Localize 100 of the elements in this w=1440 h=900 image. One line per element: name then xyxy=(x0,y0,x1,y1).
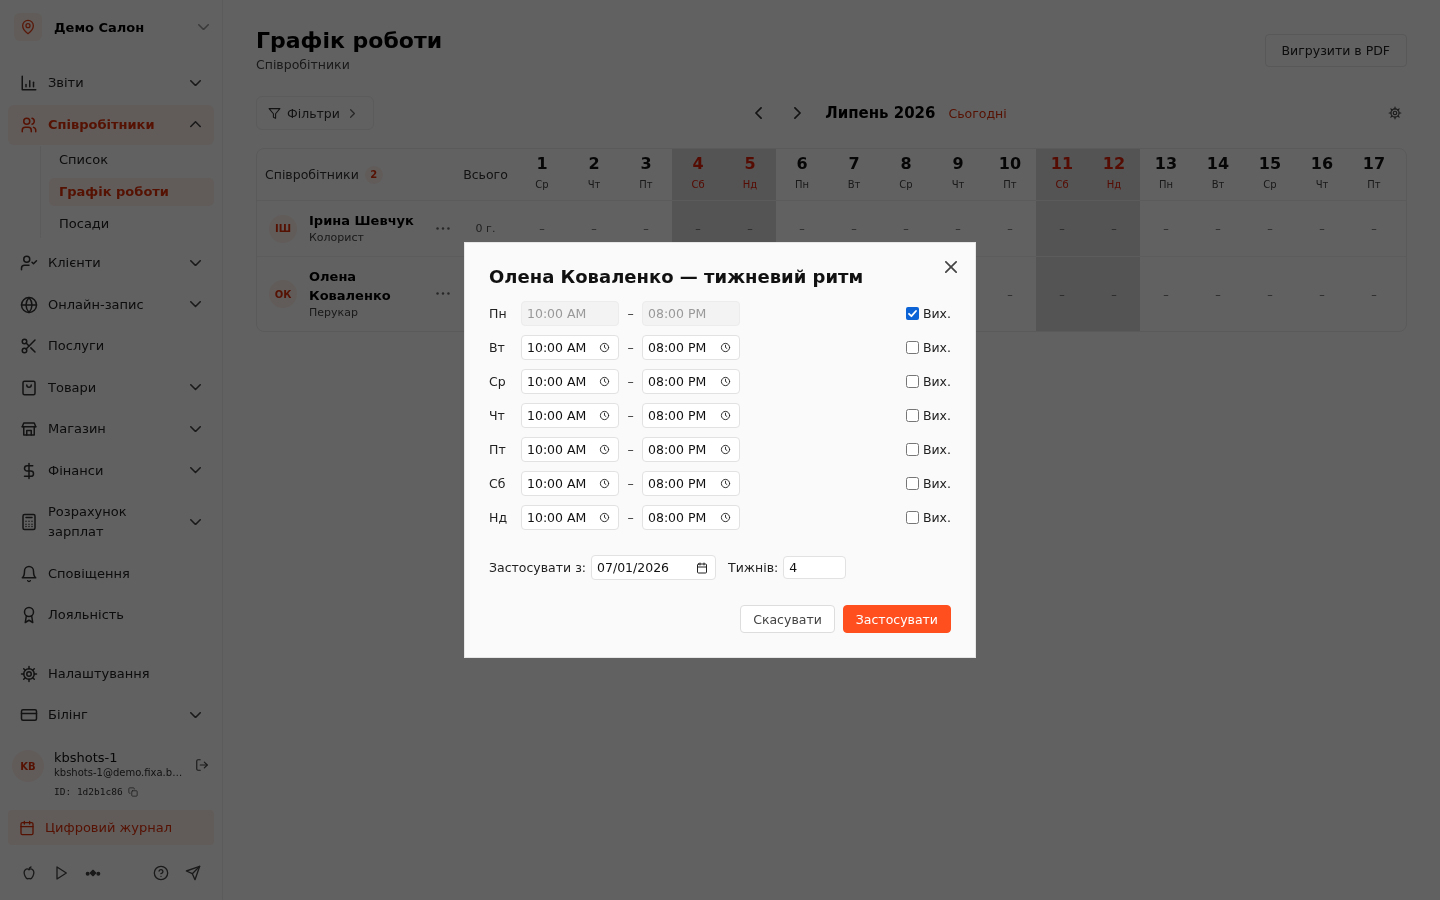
sidebar-item[interactable]: Налаштування xyxy=(8,653,214,694)
time-field[interactable]: 08:00 PM xyxy=(642,403,740,428)
chevron-up-icon[interactable] xyxy=(190,121,201,128)
shopping-bag-icon xyxy=(20,378,38,397)
day-off-checkbox[interactable] xyxy=(905,341,919,354)
chevron-down-icon[interactable] xyxy=(198,23,209,31)
shift-value: – xyxy=(1163,222,1169,235)
employee-name[interactable]: Ірина Шевчук xyxy=(309,211,424,230)
bell-icon xyxy=(20,564,38,583)
day-off-checkbox[interactable] xyxy=(905,409,919,422)
apple-icon[interactable] xyxy=(21,865,37,881)
time-field[interactable]: 08:00 PM xyxy=(642,437,740,462)
time-field[interactable]: 08:00 PM xyxy=(642,369,740,394)
weeks-label: Тижнів: xyxy=(728,560,779,575)
time-field[interactable]: 08:00 PM xyxy=(642,505,740,530)
submenu-item[interactable]: Список xyxy=(49,146,214,174)
calculator-icon xyxy=(20,513,38,531)
send-icon[interactable] xyxy=(185,865,201,881)
weekday-label: Сб xyxy=(1055,178,1069,191)
salon-name[interactable]: Демо Салон xyxy=(54,19,186,35)
sidebar-item[interactable]: Звіти xyxy=(8,63,214,103)
weeks-field[interactable]: 4 xyxy=(783,556,847,579)
today-link[interactable]: Сьогодні xyxy=(948,105,1007,121)
clock-icon[interactable] xyxy=(720,478,731,489)
weekday-label: Ср xyxy=(899,178,913,191)
export-pdf-button[interactable]: Вигрузити в PDF xyxy=(1264,34,1407,67)
time-field[interactable]: 10:00 AM xyxy=(521,301,619,326)
month-label: Липень 2026 xyxy=(825,104,936,122)
column-heading: Всього xyxy=(463,167,508,182)
cancel-button[interactable]: Скасувати xyxy=(740,605,835,633)
filters-button[interactable]: Фільтри xyxy=(256,96,374,130)
clock-icon[interactable] xyxy=(599,376,610,387)
time-field[interactable]: 10:00 AM xyxy=(521,369,619,394)
clock-icon[interactable] xyxy=(599,342,610,353)
time-field[interactable]: 08:00 PM xyxy=(642,301,740,326)
chevron-down-icon[interactable] xyxy=(190,259,201,267)
sidebar-item[interactable]: Розрахунок зарплат xyxy=(8,492,214,552)
clock-icon[interactable] xyxy=(599,410,610,421)
more-icon[interactable] xyxy=(436,292,450,296)
apply-button[interactable]: Застосувати xyxy=(842,605,951,633)
clock-icon[interactable] xyxy=(599,512,610,523)
time-field[interactable]: 10:00 AM xyxy=(521,437,619,462)
shift-value: – xyxy=(591,222,597,235)
chevron-down-icon[interactable] xyxy=(190,425,201,433)
chevron-down-icon[interactable] xyxy=(190,518,201,526)
clock-icon[interactable] xyxy=(720,410,731,421)
shift-value: – xyxy=(1059,287,1065,301)
copy-icon[interactable] xyxy=(127,787,138,797)
clock-icon[interactable] xyxy=(720,444,731,455)
chevron-down-icon[interactable] xyxy=(190,467,201,474)
sidebar-item[interactable]: Сповіщення xyxy=(8,553,214,594)
logout-icon[interactable] xyxy=(195,758,209,772)
help-icon[interactable] xyxy=(153,865,169,881)
clock-icon[interactable] xyxy=(720,342,731,353)
calendar-icon[interactable] xyxy=(696,561,708,574)
clock-icon[interactable] xyxy=(599,444,610,455)
chevron-right-icon[interactable] xyxy=(794,107,802,119)
digital-journal-button[interactable]: Цифровий журнал xyxy=(8,810,214,845)
day-number: 11 xyxy=(1050,154,1074,174)
day-off-checkbox[interactable] xyxy=(905,511,919,524)
sidebar-item[interactable]: Білінг xyxy=(8,695,214,735)
sidebar-item[interactable]: Товари xyxy=(8,367,214,408)
sidebar-item[interactable]: Клієнти xyxy=(8,243,214,283)
shift-value: – xyxy=(1319,287,1325,301)
chevron-down-icon[interactable] xyxy=(190,301,201,308)
time-field[interactable]: 10:00 AM xyxy=(521,505,619,530)
sidebar-item[interactable]: Послуги xyxy=(8,326,214,366)
sidebar-item[interactable]: Магазин xyxy=(8,409,214,449)
date-field[interactable]: 07/01/2026 xyxy=(591,555,716,580)
employee-name[interactable]: Олена Коваленко xyxy=(309,267,424,305)
day-off-checkbox[interactable] xyxy=(905,443,919,456)
time-field[interactable]: 10:00 AM xyxy=(521,403,619,428)
day-off-checkbox[interactable] xyxy=(905,307,919,320)
time-field[interactable]: 10:00 AM xyxy=(521,335,619,360)
time-field[interactable]: 10:00 AM xyxy=(521,471,619,496)
close-icon[interactable] xyxy=(945,261,957,273)
clock-icon[interactable] xyxy=(720,512,731,523)
submenu-item[interactable]: Графік роботи xyxy=(49,178,214,206)
sidebar-item[interactable]: Лояльність xyxy=(8,595,214,635)
chevron-down-icon[interactable] xyxy=(190,384,201,391)
sidebar-item[interactable]: Фінанси xyxy=(8,450,214,491)
range-dash: – xyxy=(626,408,635,423)
day-off-checkbox[interactable] xyxy=(905,477,919,490)
chevron-left-icon[interactable] xyxy=(755,107,763,119)
day-number: 7 xyxy=(848,154,860,174)
day-number: 17 xyxy=(1362,154,1386,174)
initials-avatar: ІШ xyxy=(269,214,297,243)
clock-icon[interactable] xyxy=(599,478,610,489)
play-icon[interactable] xyxy=(53,865,69,881)
time-field[interactable]: 08:00 PM xyxy=(642,471,740,496)
chevron-down-icon[interactable] xyxy=(190,711,201,719)
sidebar-item[interactable]: Онлайн-запис xyxy=(8,284,214,325)
sidebar-item[interactable]: Співробітники xyxy=(8,104,214,145)
day-off-checkbox[interactable] xyxy=(905,375,919,388)
settings-icon[interactable] xyxy=(1388,106,1402,120)
time-field[interactable]: 08:00 PM xyxy=(642,335,740,360)
chevron-down-icon[interactable] xyxy=(190,79,201,87)
more-icon[interactable] xyxy=(436,226,450,231)
submenu-item[interactable]: Посади xyxy=(49,210,214,238)
clock-icon[interactable] xyxy=(720,376,731,387)
